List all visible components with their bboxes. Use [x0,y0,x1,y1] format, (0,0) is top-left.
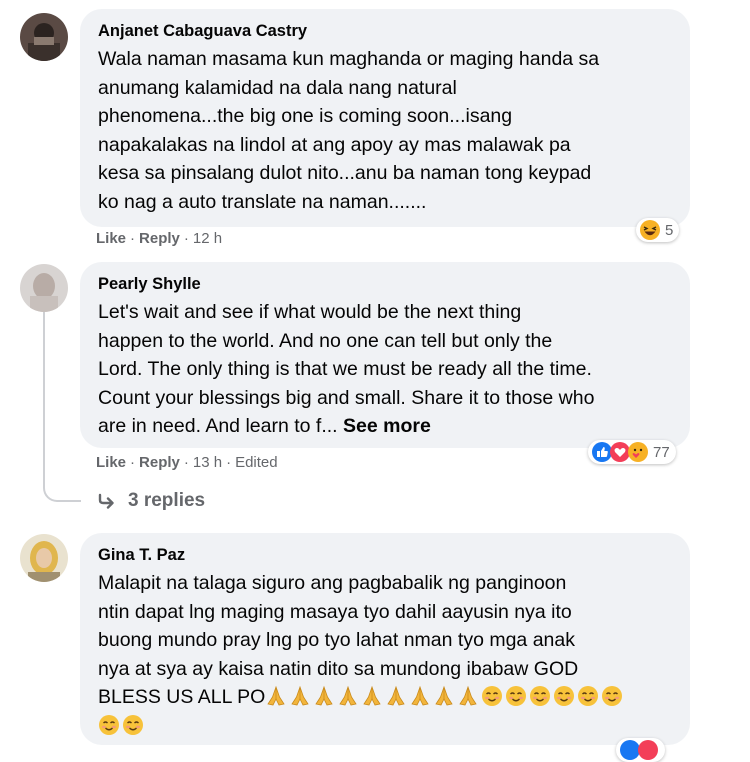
reaction-summary[interactable]: 5 [636,218,680,242]
folded-hands-icon [387,685,405,706]
timestamp[interactable]: 12 h [193,230,222,247]
avatar[interactable] [20,13,68,61]
reply-button[interactable]: Reply [139,230,180,247]
folded-hands-icon [411,685,429,706]
comment-author[interactable]: Anjanet Cabaguava Castry [98,21,672,41]
care-icon [627,441,649,463]
thread-connector [43,476,81,502]
reply-button[interactable]: Reply [139,454,180,471]
avatar[interactable] [20,264,68,312]
reply-arrow-icon [98,493,114,509]
see-more-link[interactable]: See more [343,415,431,437]
reaction-count: 77 [653,443,670,461]
comment-text: Wala naman masama kun maghanda or maging… [98,48,600,213]
folded-hands-icon [267,685,285,706]
comment-text-line: Malapit na talaga siguro ang pagbabalik … [98,572,567,594]
smiling-face-icon [506,686,527,706]
comment-text-line: buong mundo pray lng po tyo lahat nman t… [98,629,575,651]
separator: · [183,454,189,471]
comment-actions: Like · Reply · 13 h · Edited [96,453,278,473]
separator: · [130,454,136,471]
timestamp[interactable]: 13 h [193,454,222,471]
comment-text: Let's wait and see if what would be the … [98,298,672,441]
comment-bubble: Anjanet Cabaguava Castry Wala naman masa… [80,9,690,227]
separator: · [226,454,232,471]
reaction-count: 5 [665,221,674,239]
avatar-photo-icon [20,264,68,312]
haha-icon [639,219,661,241]
separator: · [183,230,189,247]
like-button[interactable]: Like [96,230,126,247]
comment-bubble: Gina T. Paz Malapit na talaga siguro ang… [80,533,690,745]
folded-hands-icon [435,685,453,706]
smiling-face-icon [554,686,575,706]
separator: · [130,230,136,247]
comment-text-fragment: BLESS US ALL PO [98,686,266,708]
folded-hands-icon [315,685,333,706]
smiling-face-icon [530,686,551,706]
folded-hands-icon [339,685,357,706]
smiling-face-icon [602,686,623,706]
comment-text-line-5: BLESS US ALL PO [98,683,672,712]
replies-count-label: 3 replies [128,490,206,511]
emoji-row [98,712,672,741]
comment-actions: Like · Reply · 12 h [96,229,222,249]
view-replies-button[interactable]: 3 replies [96,490,205,512]
smiling-face-icon [578,686,599,706]
reaction-summary[interactable] [616,738,665,762]
folded-hands-icon [363,685,381,706]
edited-label: Edited [235,454,278,471]
comment-author[interactable]: Gina T. Paz [98,545,672,565]
avatar-photo-icon [20,13,68,61]
like-button[interactable]: Like [96,454,126,471]
folded-hands-icon [459,685,477,706]
comment-text-line: ntin dapat lng maging masaya tyo dahil a… [98,600,572,623]
thread-line [43,312,45,478]
love-icon [637,739,659,761]
comment-bubble: Pearly Shylle Let's wait and see if what… [80,262,690,448]
avatar[interactable] [20,534,68,582]
folded-hands-icon [291,685,309,706]
comment-text-line: nya at sya ay kaisa natin dito sa mundon… [98,657,579,680]
avatar-photo-icon [20,534,68,582]
emoji-row [265,685,625,708]
smiling-face-icon [123,714,143,735]
reaction-summary[interactable]: 77 [588,440,676,464]
smiling-face-icon [482,686,503,706]
comment-author[interactable]: Pearly Shylle [98,274,672,294]
smiling-face-icon [99,714,119,735]
comment-text: Malapit na talaga siguro ang pagbabalik … [98,569,672,740]
